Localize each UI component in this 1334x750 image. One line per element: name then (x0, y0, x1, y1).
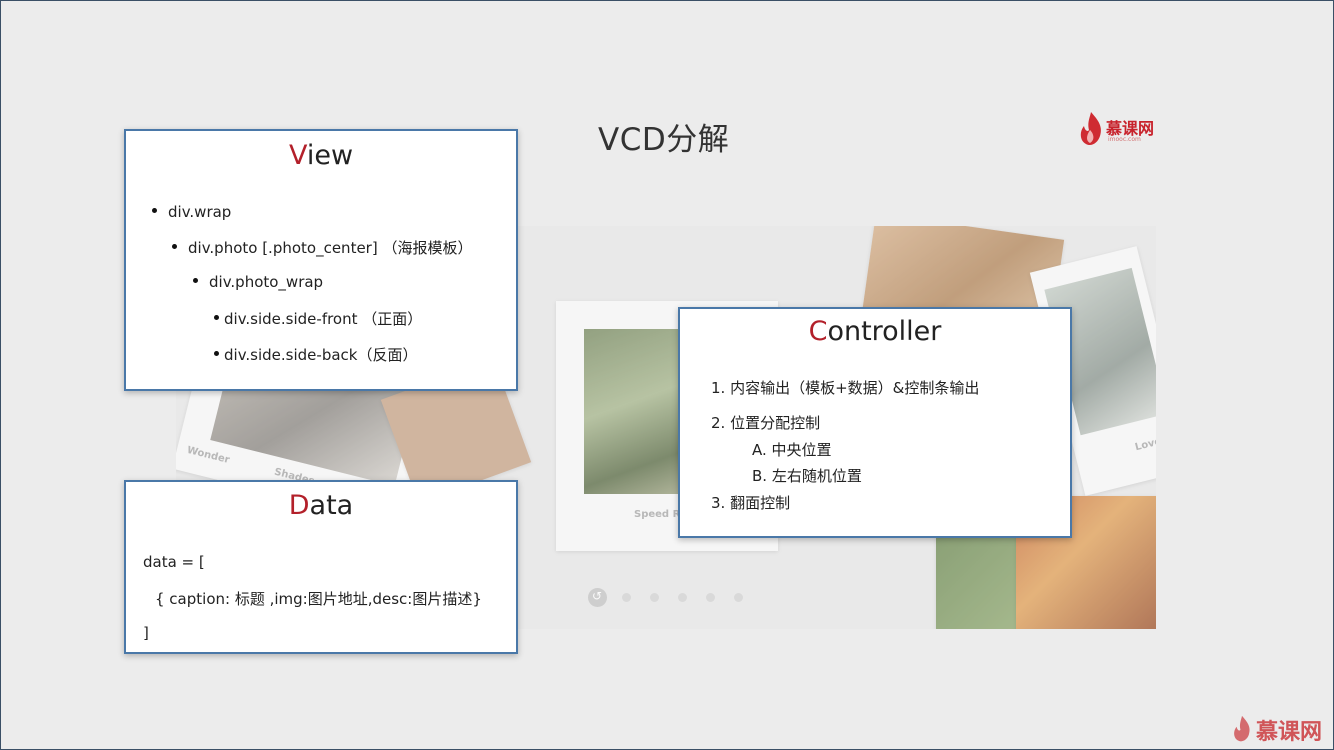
flame-icon (1080, 112, 1101, 146)
photo-caption: Love (1133, 436, 1156, 454)
data-title-initial: D (288, 490, 310, 521)
pagination-dot[interactable] (650, 593, 659, 602)
pagination-dot-active[interactable] (588, 588, 607, 607)
bullet-icon (193, 278, 198, 283)
view-panel: View div.wrap div.photo [.photo_center] … (124, 129, 518, 391)
watermark-logo: 慕课网 (1232, 714, 1328, 746)
data-title-rest: ata (309, 490, 354, 521)
view-item: div.photo_wrap (193, 273, 323, 291)
view-item-text: div.photo_wrap (209, 273, 324, 291)
view-item-text: div.photo [.photo_center] （海报模板） (188, 239, 473, 257)
brand-domain: imooc.com (1108, 136, 1141, 143)
view-title-initial: V (288, 140, 307, 171)
watermark-text: 慕课网 (1256, 720, 1323, 745)
pagination-dot[interactable] (678, 593, 687, 602)
data-code-line: data = [ (143, 553, 205, 571)
controller-step: 1. 内容输出（模板+数据）&控制条输出 (711, 379, 980, 397)
view-item: div.photo [.photo_center] （海报模板） (172, 237, 472, 258)
data-panel-title: Data (126, 490, 516, 521)
view-item-text: div.wrap (168, 203, 232, 221)
flame-icon (1234, 715, 1250, 742)
controller-step: 3. 翻面控制 (711, 494, 791, 512)
photo-caption: Speed R (634, 509, 681, 520)
view-item-text: div.side.side-back（反面） (224, 346, 418, 364)
view-title-rest: iew (306, 140, 354, 171)
view-panel-title: View (126, 140, 516, 171)
data-code-line: ] (143, 624, 149, 642)
view-item-text: div.side.side-front （正面） (224, 310, 423, 328)
bullet-icon (214, 315, 219, 320)
bullet-icon (214, 351, 219, 356)
brand-logo: 慕课网 imooc.com (1078, 110, 1168, 150)
controller-title-initial: C (808, 316, 828, 347)
view-item: div.side.side-front （正面） (214, 308, 422, 329)
pagination-dot[interactable] (622, 593, 631, 602)
photo-caption: Wonder (185, 444, 231, 467)
data-code-line: { caption: 标题 ,img:图片地址,desc:图片描述} (155, 590, 482, 608)
bullet-icon (172, 244, 177, 249)
bullet-icon (152, 208, 157, 213)
data-panel: Data data = [ { caption: 标题 ,img:图片地址,de… (124, 480, 518, 654)
view-item: div.wrap (152, 203, 231, 221)
controller-step: 2. 位置分配控制 (711, 414, 821, 432)
slide-title: VCD分解 (598, 122, 730, 158)
controller-substep: A. 中央位置 (752, 441, 832, 459)
view-item: div.side.side-back（反面） (214, 344, 417, 365)
pagination-dot[interactable] (734, 593, 743, 602)
pagination-dot[interactable] (706, 593, 715, 602)
controller-panel-title: Controller (680, 316, 1070, 347)
controller-title-rest: ontroller (827, 316, 942, 347)
controller-panel: Controller 1. 内容输出（模板+数据）&控制条输出 2. 位置分配控… (678, 307, 1072, 538)
controller-substep: B. 左右随机位置 (752, 467, 862, 485)
